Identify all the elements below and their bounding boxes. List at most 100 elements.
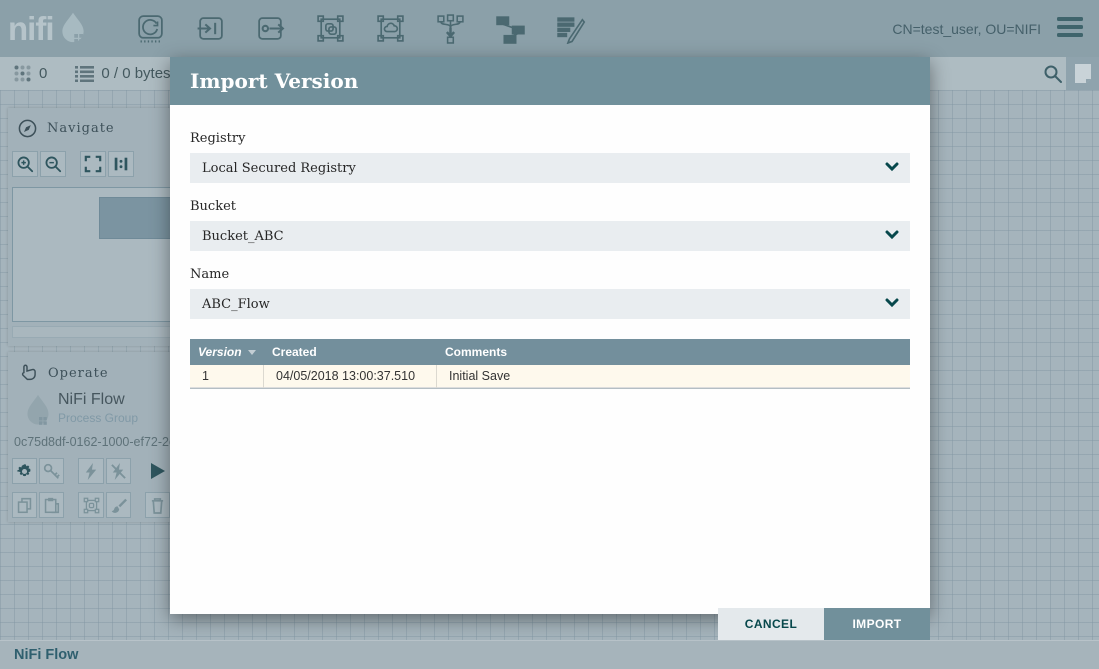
user-area: CN=test_user, OU=NIFI (892, 0, 1041, 57)
copy-icon (16, 497, 33, 514)
color-button[interactable] (106, 492, 131, 518)
search-icon[interactable] (1043, 64, 1063, 84)
zoom-in-button[interactable] (12, 151, 38, 177)
paint-brush-icon (110, 497, 127, 514)
operate-buttons-row1 (12, 458, 172, 484)
sort-desc-icon (248, 350, 256, 355)
operate-panel: Operate NiFi Flow Process Group 0c75d8df… (8, 352, 172, 522)
copy-button[interactable] (12, 492, 37, 518)
dialog-title: Import Version (190, 69, 358, 93)
paste-icon (43, 497, 60, 514)
configuration-button[interactable] (12, 458, 37, 484)
gear-icon (16, 463, 33, 480)
zoom-fit-button[interactable] (80, 151, 106, 177)
breadcrumb-bar: NiFi Flow (0, 640, 1099, 669)
operate-panel-title: Operate (48, 366, 109, 381)
name-combo-value: ABC_Flow (202, 297, 270, 312)
operate-panel-header: Operate (8, 352, 172, 383)
process-group-drop-icon (22, 393, 54, 433)
column-header-version[interactable]: Version (190, 345, 264, 359)
group-button[interactable] (78, 492, 103, 518)
one-to-one-icon (112, 155, 130, 173)
registry-combo-value: Local Secured Registry (202, 161, 356, 176)
nifi-logo-text: nifi (8, 12, 53, 45)
navigate-panel-header: Navigate (8, 108, 172, 138)
process-group-icon[interactable] (315, 13, 346, 44)
versions-table-header: Version Created Comments (190, 339, 910, 365)
document-icon (1074, 63, 1092, 84)
status-bar-right (930, 57, 1099, 90)
access-policies-button[interactable] (39, 458, 64, 484)
breadcrumb[interactable]: NiFi Flow (14, 647, 78, 663)
active-threads-count: 0 (39, 65, 47, 82)
template-icon[interactable] (495, 13, 526, 44)
delete-button[interactable] (145, 492, 170, 518)
label-icon[interactable] (555, 13, 586, 44)
column-header-comments[interactable]: Comments (437, 345, 910, 359)
zoom-out-icon (44, 155, 62, 173)
component-toolbar (135, 13, 586, 44)
chevron-down-icon (885, 298, 899, 308)
column-header-created[interactable]: Created (264, 345, 437, 359)
birdseye-footer (12, 326, 176, 338)
compass-icon (18, 119, 37, 138)
start-button[interactable] (145, 458, 170, 484)
enable-button[interactable] (78, 458, 103, 484)
remote-process-group-icon[interactable] (375, 13, 406, 44)
import-version-dialog: Import Version Registry Local Secured Re… (170, 57, 930, 614)
play-icon (147, 461, 167, 481)
zoom-fit-icon (84, 155, 102, 173)
active-threads-stat: 0 (13, 64, 47, 83)
version-table-row[interactable]: 1 04/05/2018 13:00:37.510 Initial Save (190, 365, 910, 388)
dialog-body: Registry Local Secured Registry Bucket B… (170, 131, 930, 640)
trash-icon (150, 497, 165, 514)
current-user-label: CN=test_user, OU=NIFI (892, 21, 1041, 37)
cancel-button[interactable]: CANCEL (718, 608, 824, 640)
threads-grid-icon (13, 64, 32, 83)
input-port-icon[interactable] (195, 13, 226, 44)
cell-comments: Initial Save (437, 365, 910, 388)
import-button[interactable]: IMPORT (824, 608, 930, 640)
chevron-down-icon (885, 230, 899, 240)
zoom-out-button[interactable] (40, 151, 66, 177)
status-bar-left: 0 0 / 0 bytes (0, 57, 172, 90)
documentation-button[interactable] (1066, 57, 1099, 90)
bucket-field-label: Bucket (190, 199, 910, 214)
hand-icon (18, 363, 38, 383)
registry-combo[interactable]: Local Secured Registry (190, 153, 910, 183)
cell-version: 1 (190, 365, 264, 388)
bucket-combo[interactable]: Bucket_ABC (190, 221, 910, 251)
funnel-icon[interactable] (435, 13, 466, 44)
navigate-panel-title: Navigate (47, 121, 115, 136)
key-icon (43, 463, 60, 480)
paste-button[interactable] (39, 492, 64, 518)
versions-table: Version Created Comments 1 04/05/2018 13… (190, 339, 910, 389)
navigate-panel: Navigate (8, 108, 172, 346)
lightning-slash-icon (110, 463, 127, 480)
cell-created: 04/05/2018 13:00:37.510 (264, 365, 437, 388)
bucket-combo-value: Bucket_ABC (202, 229, 284, 244)
queued-list-icon (75, 66, 94, 82)
disable-button[interactable] (106, 458, 131, 484)
chevron-down-icon (885, 162, 899, 172)
selected-component-card: NiFi Flow Process Group 0c75d8df-0162-10… (8, 391, 172, 449)
operate-flow-name: NiFi Flow (58, 391, 172, 409)
nifi-logo: nifi (8, 9, 93, 49)
group-icon (83, 497, 100, 514)
nifi-drop-logo-icon (53, 9, 93, 49)
operate-flow-type: Process Group (58, 411, 172, 425)
navigate-buttons (12, 151, 172, 177)
birdseye-minimap[interactable] (12, 187, 176, 322)
queued-stat: 0 / 0 bytes (75, 65, 170, 82)
output-port-icon[interactable] (255, 13, 286, 44)
registry-field-label: Registry (190, 131, 910, 146)
lightning-bolt-icon (84, 463, 99, 480)
global-menu-icon[interactable] (1057, 17, 1083, 41)
zoom-in-icon (16, 155, 34, 173)
dialog-header: Import Version (170, 57, 930, 105)
processor-icon[interactable] (135, 13, 166, 44)
name-combo[interactable]: ABC_Flow (190, 289, 910, 319)
operate-buttons-row2 (12, 492, 172, 518)
dialog-buttons: CANCEL IMPORT (718, 608, 930, 640)
zoom-actual-size-button[interactable] (108, 151, 134, 177)
